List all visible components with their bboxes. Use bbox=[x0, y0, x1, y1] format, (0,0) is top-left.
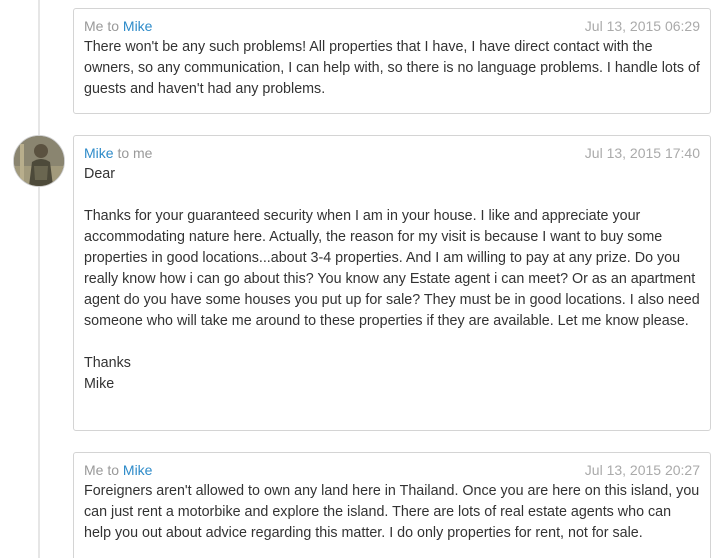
message-body: Foreigners aren't allowed to own any lan… bbox=[84, 481, 700, 544]
message-paragraph: Thanks bbox=[84, 355, 131, 371]
sender-link[interactable]: Mike bbox=[84, 145, 114, 161]
message-date: Jul 13, 2015 17:40 bbox=[584, 145, 700, 161]
message-paragraph: Foreigners aren't allowed to own any lan… bbox=[84, 483, 700, 541]
message-paragraph: There won't be any such problems! All pr… bbox=[84, 39, 700, 97]
message-body: There won't be any such problems! All pr… bbox=[84, 37, 700, 100]
sender-suffix: to me bbox=[113, 145, 153, 161]
message-header: Me to Mike Jul 13, 2015 06:29 bbox=[84, 15, 700, 37]
message-sender: Me to Mike bbox=[84, 462, 152, 478]
message-paragraph: Dear bbox=[84, 166, 115, 182]
conversation-timeline bbox=[38, 0, 40, 558]
message-paragraph: Thanks for your guaranteed security when… bbox=[84, 208, 700, 329]
avatar-photo-icon bbox=[14, 136, 64, 186]
message-card: Me to Mike Jul 13, 2015 20:27 Foreigners… bbox=[73, 452, 711, 558]
message-body: Dear Thanks for your guaranteed security… bbox=[84, 164, 700, 395]
message-date: Jul 13, 2015 06:29 bbox=[584, 18, 700, 34]
message-sender: Mike to me bbox=[84, 145, 152, 161]
recipient-link[interactable]: Mike bbox=[123, 18, 153, 34]
message-paragraph: Mike bbox=[84, 376, 115, 392]
sender-prefix: Me to bbox=[84, 18, 123, 34]
sender-avatar[interactable] bbox=[13, 135, 65, 187]
recipient-link[interactable]: Mike bbox=[123, 462, 153, 478]
message-card: Me to Mike Jul 13, 2015 06:29 There won'… bbox=[73, 8, 711, 114]
sender-prefix: Me to bbox=[84, 462, 123, 478]
message-date: Jul 13, 2015 20:27 bbox=[584, 462, 700, 478]
message-sender: Me to Mike bbox=[84, 18, 152, 34]
message-card: Mike to me Jul 13, 2015 17:40 Dear Thank… bbox=[73, 135, 711, 431]
message-header: Me to Mike Jul 13, 2015 20:27 bbox=[84, 459, 700, 481]
message-header: Mike to me Jul 13, 2015 17:40 bbox=[84, 142, 700, 164]
